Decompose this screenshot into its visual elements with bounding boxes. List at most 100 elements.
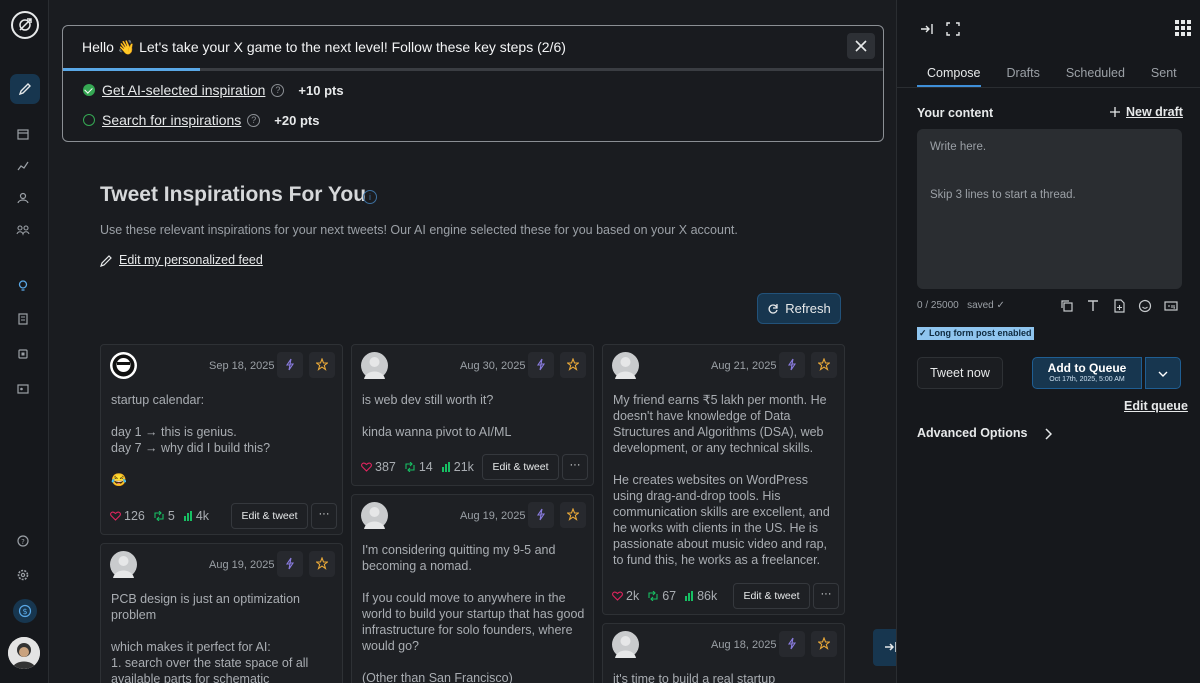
tweet-text: startup calendar: day 1 → this is genius… — [111, 393, 271, 487]
fullscreen-icon[interactable] — [946, 22, 960, 41]
id-card-icon[interactable] — [16, 382, 34, 400]
team-icon[interactable] — [16, 223, 34, 241]
main-area: Hello 👋 Let's take your X game to the ne… — [49, 0, 896, 683]
billing-dollar-icon[interactable]: $ — [13, 599, 37, 623]
likes-stat: 2k — [612, 589, 639, 603]
star-icon[interactable] — [811, 352, 837, 378]
check-todo-icon — [83, 114, 95, 126]
onboarding-step-search[interactable]: Search for inspirations ? +20 pts — [83, 110, 319, 130]
refresh-button[interactable]: Refresh — [757, 293, 841, 324]
editor-placeholder: Write here. — [930, 141, 987, 153]
tweet-text: PCB design is just an optimization probl… — [111, 592, 309, 683]
tweet-stats: 126 5 4k — [110, 509, 217, 523]
edit-tweet-button[interactable]: Edit & tweet — [733, 583, 810, 609]
more-options-button[interactable]: ··· — [311, 503, 337, 529]
left-rail: ? $ — [0, 0, 49, 683]
collapse-panel-icon[interactable] — [920, 22, 934, 41]
user-avatar[interactable] — [8, 637, 40, 669]
add-to-queue-label: Add to Queue — [1047, 361, 1127, 375]
add-file-icon[interactable] — [1112, 299, 1126, 313]
likes-count: 2k — [626, 589, 640, 603]
tweet-date: Aug 21, 2025 — [711, 360, 777, 372]
ai-chip-icon[interactable] — [16, 347, 34, 365]
app-logo-icon[interactable] — [11, 11, 39, 39]
library-icon[interactable] — [16, 312, 34, 330]
settings-gear-icon[interactable] — [16, 568, 34, 586]
ai-bolt-icon[interactable] — [277, 352, 303, 378]
step-label[interactable]: Search for inspirations — [102, 112, 241, 128]
help-icon[interactable]: ? — [271, 83, 285, 97]
advanced-options-toggle[interactable]: Advanced Options — [917, 426, 1027, 440]
edit-feed-label[interactable]: Edit my personalized feed — [119, 253, 263, 267]
user-icon[interactable] — [16, 191, 34, 209]
likes-count: 387 — [375, 460, 396, 474]
tab-sent[interactable]: Sent — [1151, 66, 1177, 86]
star-icon[interactable] — [309, 352, 335, 378]
inspiration-card[interactable]: Sep 18, 2025 startup calendar: day 1 → t… — [100, 344, 343, 535]
inspiration-card[interactable]: Aug 19, 2025 PCB design is just an optim… — [100, 543, 343, 683]
retweets-count: 14 — [418, 460, 433, 474]
step-label[interactable]: Get AI-selected inspiration — [102, 82, 265, 98]
gif-icon[interactable] — [1164, 299, 1178, 313]
tab-scheduled[interactable]: Scheduled — [1066, 66, 1125, 86]
star-icon[interactable] — [811, 631, 837, 657]
apps-grid-icon[interactable] — [1175, 20, 1191, 41]
compose-panel: Compose Drafts Scheduled Sent Your conte… — [896, 0, 1200, 683]
edit-tweet-button[interactable]: Edit & tweet — [482, 454, 559, 480]
tweet-date: Aug 19, 2025 — [460, 510, 526, 522]
inspiration-card[interactable]: Aug 30, 2025 is web dev still worth it? … — [351, 344, 594, 486]
tweet-stats: 387 14 21k — [361, 460, 482, 474]
star-icon[interactable] — [560, 352, 586, 378]
ai-bolt-icon[interactable] — [779, 631, 805, 657]
edit-tweet-button[interactable]: Edit & tweet — [231, 503, 308, 529]
svg-text:?: ? — [21, 538, 25, 546]
inspiration-card[interactable]: Aug 21, 2025 My friend earns ₹5 lakh per… — [602, 344, 845, 615]
emoji-icon[interactable] — [1138, 299, 1152, 313]
more-options-button[interactable]: ··· — [562, 454, 588, 480]
inspiration-card[interactable]: Aug 18, 2025 it's time to build a real s… — [602, 623, 845, 683]
text-format-icon[interactable] — [1086, 299, 1100, 313]
ai-bolt-icon[interactable] — [528, 352, 554, 378]
add-to-queue-button[interactable]: Add to Queue Oct 17th, 2025, 5:00 AM — [1032, 357, 1142, 389]
queue-dropdown-chevron-down-icon[interactable] — [1145, 357, 1181, 389]
star-icon[interactable] — [560, 502, 586, 528]
compose-icon[interactable] — [10, 74, 40, 104]
retweet-icon — [405, 462, 415, 472]
views-stat: 86k — [684, 589, 717, 603]
tweet-now-button[interactable]: Tweet now — [917, 357, 1003, 389]
onboarding-progress-bar — [63, 68, 883, 71]
new-draft-button[interactable]: New draft — [1110, 105, 1183, 119]
likes-count: 126 — [124, 509, 145, 523]
heart-icon — [110, 511, 121, 521]
calendar-icon[interactable] — [16, 127, 34, 145]
close-icon[interactable] — [847, 33, 875, 59]
ai-bolt-icon[interactable] — [277, 551, 303, 577]
editor-placeholder-thread: Skip 3 lines to start a thread. — [930, 189, 1076, 201]
star-icon[interactable] — [309, 551, 335, 577]
long-form-badge: ✓ Long form post enabled — [917, 327, 1034, 340]
author-avatar — [361, 502, 388, 529]
views-stat: 4k — [183, 509, 209, 523]
help-icon[interactable]: ? — [16, 534, 34, 552]
inspiration-bulb-icon[interactable] — [16, 279, 34, 297]
edit-feed-link[interactable]: Edit my personalized feed — [100, 253, 263, 267]
content-editor[interactable]: Write here. Skip 3 lines to start a thre… — [917, 129, 1182, 289]
ai-bolt-icon[interactable] — [528, 502, 554, 528]
info-icon[interactable]: i — [363, 190, 377, 204]
more-options-button[interactable]: ··· — [813, 583, 839, 609]
copy-icon[interactable] — [1060, 299, 1074, 313]
tab-drafts[interactable]: Drafts — [1007, 66, 1040, 86]
author-avatar — [361, 352, 388, 379]
saved-status: saved ✓ — [967, 300, 1005, 311]
tab-compose[interactable]: Compose — [927, 66, 981, 86]
inspiration-card[interactable]: Aug 19, 2025 I'm considering quitting my… — [351, 494, 594, 683]
edit-queue-link[interactable]: Edit queue — [1124, 399, 1188, 413]
onboarding-progress-fill — [63, 68, 200, 71]
onboarding-step-ai-inspiration[interactable]: Get AI-selected inspiration ? +10 pts — [83, 80, 344, 100]
help-icon[interactable]: ? — [247, 113, 261, 127]
chevron-right-icon[interactable] — [1044, 427, 1053, 445]
ai-bolt-icon[interactable] — [779, 352, 805, 378]
views-bar-icon — [441, 462, 450, 472]
page-title: Tweet Inspirations For You — [100, 183, 367, 206]
analytics-icon[interactable] — [16, 159, 34, 177]
